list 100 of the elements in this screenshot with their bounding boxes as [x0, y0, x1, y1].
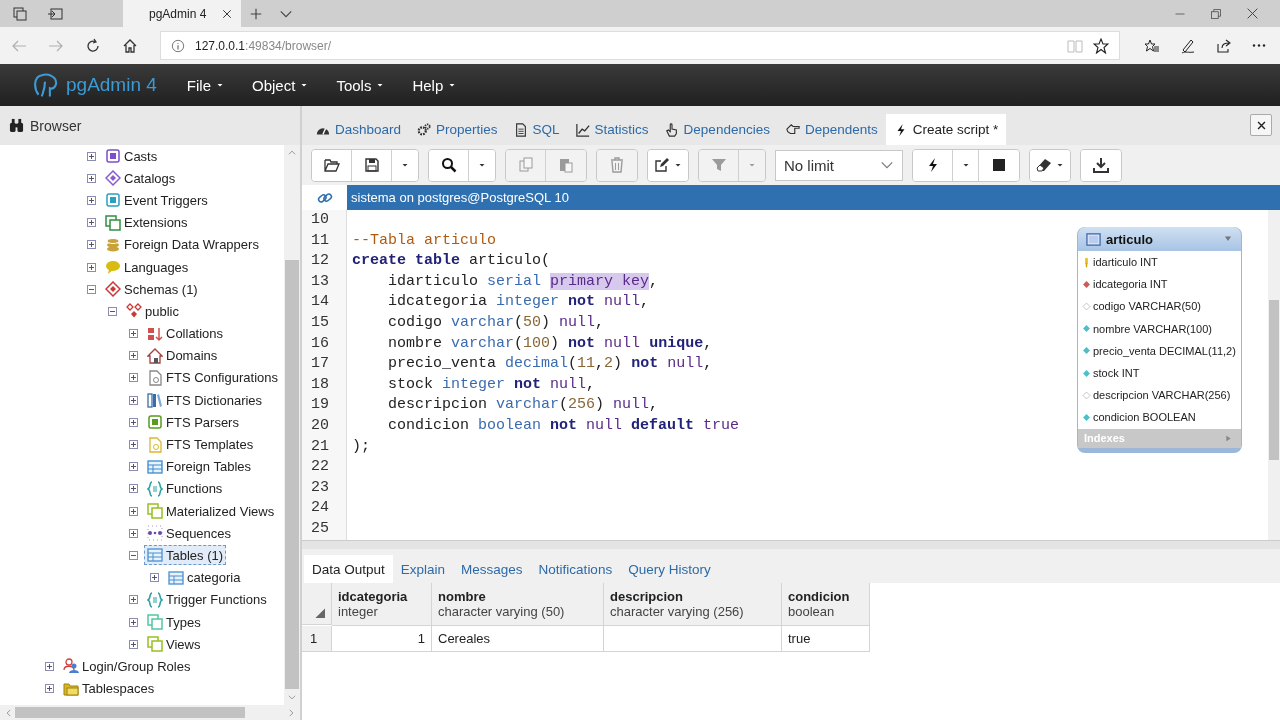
- tree-item[interactable]: Schemas (1): [102, 279, 201, 300]
- books-icon: [147, 392, 163, 409]
- menu-item[interactable]: Tools: [336, 76, 385, 94]
- expander-toggle[interactable]: [108, 306, 117, 316]
- execute-button[interactable]: [913, 149, 953, 181]
- tab[interactable]: Messages: [453, 555, 531, 583]
- tree-item[interactable]: Views: [144, 634, 204, 655]
- edit-button[interactable]: [648, 149, 688, 181]
- open-button[interactable]: [312, 149, 352, 181]
- diagram-column: condicion BOOLEAN: [1093, 411, 1196, 424]
- tab[interactable]: Dependencies: [656, 114, 778, 145]
- expander-toggle[interactable]: [87, 240, 96, 250]
- tab[interactable]: Explain: [392, 555, 454, 583]
- address-field[interactable]: 127.0.0.1:49834/browser/: [160, 31, 1120, 60]
- tree-item[interactable]: public: [123, 301, 182, 322]
- column-header[interactable]: condicion boolean: [782, 583, 870, 626]
- tree-item[interactable]: Tablespaces: [60, 678, 158, 699]
- column-header[interactable]: idcategoria integer: [332, 583, 432, 626]
- paste-icon: [558, 157, 574, 173]
- diagram-column: nombre VARCHAR(100): [1093, 322, 1212, 335]
- tree-item[interactable]: categoria: [165, 567, 244, 588]
- tree-item[interactable]: Trigger Functions: [144, 589, 270, 610]
- tab[interactable]: Dashboard: [308, 114, 410, 145]
- tree-item[interactable]: Types: [144, 612, 204, 633]
- tree-item[interactable]: Extensions: [102, 212, 191, 233]
- tab[interactable]: Notifications: [530, 555, 621, 583]
- tree-item[interactable]: Domains: [144, 345, 221, 366]
- expander-toggle[interactable]: [129, 617, 138, 627]
- expander-toggle[interactable]: [129, 506, 138, 516]
- diagram-column: precio_venta DECIMAL(11,2): [1093, 344, 1236, 357]
- tab[interactable]: Dependents: [777, 114, 886, 145]
- table-icon: [147, 458, 163, 475]
- close-button[interactable]: [1250, 114, 1272, 136]
- tab[interactable]: Query History: [620, 555, 719, 583]
- tree-item[interactable]: FTS Templates: [144, 434, 257, 455]
- more-icon[interactable]: [1252, 44, 1266, 47]
- tree-item[interactable]: Languages: [102, 257, 192, 278]
- tree-item[interactable]: FTS Parsers: [144, 412, 242, 433]
- expander-toggle[interactable]: [87, 262, 96, 272]
- diamond-icon: [1081, 278, 1092, 290]
- tree-item[interactable]: Login/Group Roles: [60, 656, 194, 677]
- tree-item[interactable]: Collations: [144, 323, 227, 344]
- caret-icon: [448, 81, 457, 89]
- tree-item[interactable]: FTS Dictionaries: [144, 390, 266, 411]
- expander-toggle[interactable]: [87, 218, 96, 228]
- tree-item[interactable]: Foreign Tables: [144, 456, 255, 477]
- stop-button[interactable]: [979, 149, 1019, 181]
- expander-toggle[interactable]: [129, 373, 138, 383]
- caret-icon: [376, 81, 385, 89]
- expander-toggle[interactable]: [87, 173, 96, 183]
- tab[interactable]: Properties: [409, 114, 506, 145]
- tab[interactable]: Data Output: [304, 555, 393, 583]
- search-button[interactable]: [429, 149, 469, 181]
- menu-item[interactable]: Help: [412, 76, 457, 94]
- expander-toggle[interactable]: [87, 284, 96, 294]
- tab[interactable]: SQL: [505, 114, 568, 145]
- expander-toggle[interactable]: [45, 661, 54, 671]
- browser-tab[interactable]: pgAdmin 4: [123, 0, 241, 27]
- line-number: 20: [302, 415, 347, 437]
- tree-item[interactable]: Materialized Views: [144, 501, 278, 522]
- expander-toggle[interactable]: [87, 151, 96, 161]
- scrollbar[interactable]: [284, 145, 300, 705]
- expander-toggle[interactable]: [129, 595, 138, 605]
- tree-item[interactable]: Tables (1): [144, 545, 227, 566]
- column-header[interactable]: nombre character varying (50): [432, 583, 604, 626]
- expander-toggle[interactable]: [87, 195, 96, 205]
- expander-toggle[interactable]: [150, 573, 159, 583]
- column-header[interactable]: descripcion character varying (256): [604, 583, 782, 626]
- expander-toggle[interactable]: [129, 351, 138, 361]
- save-button[interactable]: [352, 149, 392, 181]
- scrollbar[interactable]: [0, 705, 300, 720]
- expander-toggle[interactable]: [129, 395, 138, 405]
- document-icon: [147, 369, 163, 386]
- tree-item[interactable]: Foreign Data Wrappers: [102, 234, 262, 255]
- tree-item[interactable]: Sequences: [144, 523, 235, 544]
- tree-item[interactable]: Catalogs: [102, 168, 179, 189]
- tree-item[interactable]: FTS Configurations: [144, 367, 281, 388]
- expander-toggle[interactable]: [129, 550, 138, 560]
- expander-toggle[interactable]: [129, 639, 138, 649]
- tab[interactable]: Statistics: [567, 114, 657, 145]
- menu-item[interactable]: File: [186, 76, 224, 94]
- tab[interactable]: Create script *: [885, 114, 1007, 145]
- limit-select[interactable]: No limit: [775, 149, 903, 181]
- expander-toggle[interactable]: [129, 528, 138, 538]
- caret-icon: [216, 81, 224, 89]
- caret-icon: [961, 161, 970, 169]
- tree-item[interactable]: Functions: [144, 478, 226, 499]
- expander-toggle[interactable]: [129, 417, 138, 427]
- menu-item[interactable]: Object: [252, 76, 309, 94]
- expander-toggle[interactable]: [129, 440, 138, 450]
- filter-icon: [710, 157, 727, 173]
- expander-toggle[interactable]: [129, 462, 138, 472]
- tree-item[interactable]: Casts: [102, 146, 161, 167]
- clear-button[interactable]: [1030, 149, 1070, 181]
- tree-item[interactable]: Event Triggers: [102, 190, 211, 211]
- expander-toggle[interactable]: [129, 484, 138, 494]
- scrollbar[interactable]: [1268, 210, 1280, 540]
- expander-toggle[interactable]: [45, 684, 54, 694]
- expander-toggle[interactable]: [129, 329, 138, 339]
- download-button[interactable]: [1081, 149, 1121, 181]
